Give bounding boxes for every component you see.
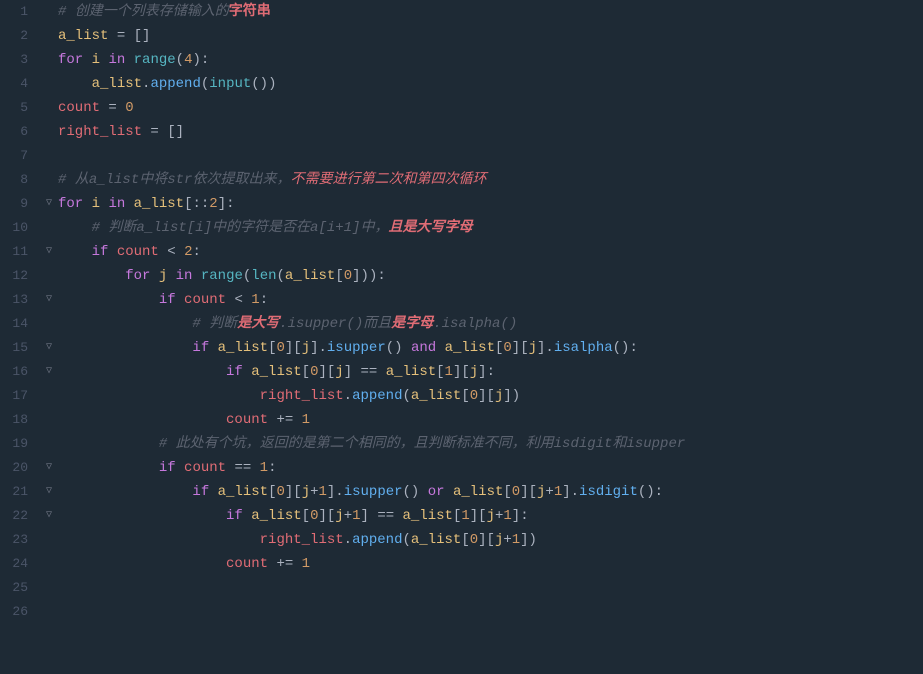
fold-18 xyxy=(46,408,58,432)
code-line-21: ▽ if a_list[0][j+1].isupper() or a_list[… xyxy=(46,480,923,504)
line-num-25: 25 xyxy=(0,576,38,600)
line-num-1: 1 xyxy=(0,0,38,24)
code-line-6: right_list = [] xyxy=(46,120,923,144)
line-num-23: 23 xyxy=(0,528,38,552)
fold-12 xyxy=(46,264,58,288)
fold-26 xyxy=(46,600,58,624)
fold-16[interactable]: ▽ xyxy=(46,360,58,384)
code-line-25 xyxy=(46,576,923,600)
fold-25 xyxy=(46,576,58,600)
line-num-4: 4 xyxy=(0,72,38,96)
fold-7 xyxy=(46,144,58,168)
code-line-18: count += 1 xyxy=(46,408,923,432)
code-line-2: a_list = [] xyxy=(46,24,923,48)
code-line-4: a_list.append(input()) xyxy=(46,72,923,96)
line-num-26: 26 xyxy=(0,600,38,624)
code-line-7 xyxy=(46,144,923,168)
line-num-12: 12 xyxy=(0,264,38,288)
line-num-22: 22 xyxy=(0,504,38,528)
fold-11[interactable]: ▽ xyxy=(46,240,58,264)
line-num-18: 18 xyxy=(0,408,38,432)
code-line-16: ▽ if a_list[0][j] == a_list[1][j]: xyxy=(46,360,923,384)
code-line-5: count = 0 xyxy=(46,96,923,120)
fold-17 xyxy=(46,384,58,408)
fold-10 xyxy=(46,216,58,240)
line-num-8: 8 xyxy=(0,168,38,192)
line-num-2: 2 xyxy=(0,24,38,48)
code-line-22: ▽ if a_list[0][j+1] == a_list[1][j+1]: xyxy=(46,504,923,528)
code-line-1: # 创建一个列表存储输入的字符串 xyxy=(46,0,923,24)
code-line-23: right_list.append(a_list[0][j+1]) xyxy=(46,528,923,552)
line-num-7: 7 xyxy=(0,144,38,168)
line-num-24: 24 xyxy=(0,552,38,576)
fold-14 xyxy=(46,312,58,336)
fold-1 xyxy=(46,0,58,24)
line-num-19: 19 xyxy=(0,432,38,456)
line-num-20: 20 xyxy=(0,456,38,480)
fold-8 xyxy=(46,168,58,192)
fold-24 xyxy=(46,552,58,576)
line-num-11: 11 xyxy=(0,240,38,264)
line-num-6: 6 xyxy=(0,120,38,144)
fold-20[interactable]: ▽ xyxy=(46,456,58,480)
fold-6 xyxy=(46,120,58,144)
code-line-20: ▽ if count == 1: xyxy=(46,456,923,480)
line-num-9: 9 xyxy=(0,192,38,216)
code-line-11: ▽ if count < 2: xyxy=(46,240,923,264)
comment-1: # xyxy=(58,0,75,24)
code-line-15: ▽ if a_list[0][j].isupper() and a_list[0… xyxy=(46,336,923,360)
line-num-13: 13 xyxy=(0,288,38,312)
line-num-5: 5 xyxy=(0,96,38,120)
fold-23 xyxy=(46,528,58,552)
fold-3 xyxy=(46,48,58,72)
fold-5 xyxy=(46,96,58,120)
code-line-17: right_list.append(a_list[0][j]) xyxy=(46,384,923,408)
fold-13[interactable]: ▽ xyxy=(46,288,58,312)
fold-2 xyxy=(46,24,58,48)
fold-19 xyxy=(46,432,58,456)
code-area: # 创建一个列表存储输入的字符串 a_list = [] for i in ra… xyxy=(38,0,923,674)
code-line-19: # 此处有个坑，返回的是第二个相同的，且判断标准不同，利用isdigit和isu… xyxy=(46,432,923,456)
line-num-3: 3 xyxy=(0,48,38,72)
line-num-16: 16 xyxy=(0,360,38,384)
fold-15[interactable]: ▽ xyxy=(46,336,58,360)
code-line-24: count += 1 xyxy=(46,552,923,576)
code-line-13: ▽ if count < 1: xyxy=(46,288,923,312)
code-editor: 1 2 3 4 5 6 7 8 9 10 11 12 13 14 15 16 1… xyxy=(0,0,923,674)
fold-21[interactable]: ▽ xyxy=(46,480,58,504)
code-line-26 xyxy=(46,600,923,624)
fold-22[interactable]: ▽ xyxy=(46,504,58,528)
code-line-10: # 判断a_list[i]中的字符是否在a[i+1]中，且是大写字母 xyxy=(46,216,923,240)
line-num-21: 21 xyxy=(0,480,38,504)
code-line-8: # 从a_list中将str依次提取出来，不需要进行第二次和第四次循环 xyxy=(46,168,923,192)
line-num-10: 10 xyxy=(0,216,38,240)
fold-4 xyxy=(46,72,58,96)
code-line-14: # 判断是大写.isupper()而且是字母.isalpha() xyxy=(46,312,923,336)
line-num-15: 15 xyxy=(0,336,38,360)
code-line-3: for i in range(4): xyxy=(46,48,923,72)
code-line-12: for j in range(len(a_list[0])): xyxy=(46,264,923,288)
line-num-17: 17 xyxy=(0,384,38,408)
code-line-9: ▽ for i in a_list[::2]: xyxy=(46,192,923,216)
fold-9[interactable]: ▽ xyxy=(46,192,58,216)
line-num-14: 14 xyxy=(0,312,38,336)
line-numbers: 1 2 3 4 5 6 7 8 9 10 11 12 13 14 15 16 1… xyxy=(0,0,38,674)
